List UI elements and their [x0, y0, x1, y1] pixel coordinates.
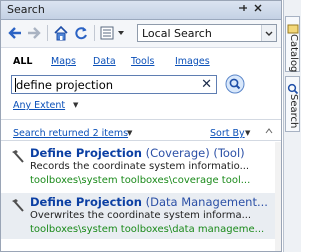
pin-icon[interactable]: [237, 3, 249, 17]
search-result[interactable]: Define Projection (Data Management... Ov…: [1, 193, 276, 239]
hammer-tool-icon: [9, 148, 25, 164]
options-list-icon[interactable]: [100, 25, 126, 41]
hammer-tool-icon: [9, 197, 25, 213]
close-icon[interactable]: [252, 3, 264, 17]
tab-search[interactable]: Search: [285, 76, 300, 132]
toolbar-separator: [47, 25, 48, 41]
result-description: Records the coordinate system informatio…: [30, 161, 250, 172]
result-type: (Coverage) (Tool): [145, 146, 245, 160]
toolbar-separator: [94, 25, 95, 41]
results-summary[interactable]: Search returned 2 items: [13, 128, 128, 139]
collapse-icon[interactable]: [265, 127, 273, 138]
result-name[interactable]: Define Projection: [30, 195, 142, 209]
filter-tab-data[interactable]: Data: [93, 56, 116, 67]
search-query: define projection: [16, 78, 114, 92]
filter-tab-maps[interactable]: Maps: [51, 56, 76, 67]
result-name[interactable]: Define Projection: [30, 146, 142, 160]
back-arrow-icon[interactable]: [7, 25, 23, 41]
result-description: Overwrites the coordinate system informa…: [30, 210, 252, 221]
search-button[interactable]: [225, 74, 245, 94]
chevron-down-icon[interactable]: ▼: [245, 129, 250, 137]
refresh-icon[interactable]: [73, 25, 89, 41]
chevron-down-icon[interactable]: ▼: [73, 101, 78, 109]
window-title: Search: [7, 3, 45, 16]
tab-search-label: Search: [288, 94, 299, 129]
divider: [1, 140, 281, 141]
chevron-down-icon[interactable]: [261, 25, 276, 41]
chevron-down-icon[interactable]: ▼: [127, 129, 132, 137]
search-scope-dropdown[interactable]: Local Search: [137, 24, 277, 42]
extent-dropdown[interactable]: Any Extent: [13, 100, 65, 111]
toolbar: Local Search: [1, 20, 281, 48]
sort-by-dropdown[interactable]: Sort By: [210, 128, 245, 139]
home-icon[interactable]: [53, 25, 69, 41]
dock-tab-strip: Catalog Search: [283, 0, 301, 252]
filter-tab-tools[interactable]: Tools: [131, 56, 154, 67]
tab-catalog-label: Catalog: [288, 34, 299, 73]
divider: [1, 119, 281, 120]
result-path: toolboxes\system toolboxes\coverage tool…: [30, 175, 251, 186]
result-type: (Data Management...: [145, 195, 268, 209]
search-result[interactable]: Define Projection (Coverage) (Tool) Reco…: [1, 144, 276, 190]
search-input[interactable]: define projection ✕: [11, 75, 217, 94]
filter-tab-all[interactable]: ALL: [13, 56, 32, 67]
filter-tab-images[interactable]: Images: [175, 56, 210, 67]
search-window: Search Local Search ALL Maps Data Tools …: [0, 0, 282, 252]
result-title[interactable]: Define Projection (Coverage) (Tool): [30, 146, 274, 160]
filter-tabs: ALL Maps Data Tools Images: [9, 56, 273, 70]
result-path: toolboxes\system toolboxes\data manageme…: [30, 224, 265, 235]
results-scrollbar[interactable]: [275, 142, 281, 251]
clear-icon[interactable]: ✕: [201, 77, 212, 92]
search-scope-value: Local Search: [142, 27, 212, 40]
result-title[interactable]: Define Projection (Data Management...: [30, 195, 274, 209]
forward-arrow-icon[interactable]: [26, 25, 42, 41]
tab-catalog[interactable]: Catalog: [285, 16, 300, 72]
title-bar[interactable]: Search: [1, 1, 281, 20]
